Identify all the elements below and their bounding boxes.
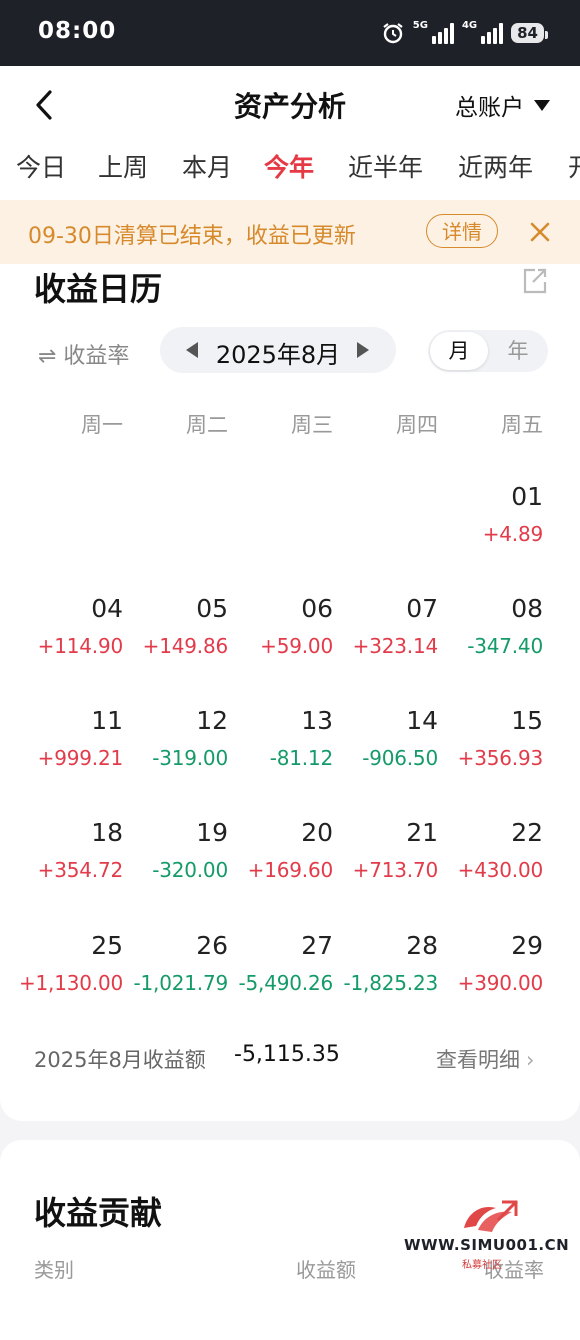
calendar-day-number[interactable]: 05 bbox=[123, 594, 228, 623]
network-5g-label: 5G bbox=[412, 20, 428, 31]
month-summary-label: 2025年8月收益额 bbox=[34, 1048, 206, 1072]
calendar-day-profit[interactable]: -906.50 bbox=[318, 746, 438, 770]
calendar-day-profit[interactable]: +354.72 bbox=[3, 858, 124, 882]
status-bar: 08:00 5G 4G 84 bbox=[0, 0, 580, 66]
view-details-link[interactable]: 查看明细 bbox=[436, 1044, 534, 1074]
view-year-button[interactable]: 年 bbox=[490, 332, 546, 370]
calendar-day-profit[interactable]: +1,130.00 bbox=[3, 971, 123, 995]
section-title: 收益贡献 bbox=[34, 1194, 163, 1232]
calendar-day-number[interactable]: 07 bbox=[333, 594, 438, 623]
calendar-day-number[interactable]: 27 bbox=[228, 931, 333, 960]
caret-down-icon bbox=[534, 99, 550, 111]
calendar-day-profit[interactable]: +114.90 bbox=[3, 634, 124, 658]
settlement-notice: 09-30日清算已结束，收益已更新 详情 bbox=[0, 200, 580, 264]
weekday-header: 周三 bbox=[291, 413, 333, 437]
calendar-day-profit[interactable]: -1,825.23 bbox=[318, 971, 439, 995]
calendar-day-profit[interactable]: +149.86 bbox=[108, 634, 229, 658]
calendar-day-profit[interactable]: -347.40 bbox=[423, 634, 543, 658]
column-header-category: 类别 bbox=[34, 1258, 74, 1282]
calendar-day-number[interactable]: 08 bbox=[438, 594, 543, 623]
weekday-header: 周一 bbox=[81, 413, 123, 437]
status-icons: 5G 4G 84 bbox=[381, 18, 548, 48]
calendar-day-number[interactable]: 21 bbox=[333, 818, 438, 847]
calendar-day-profit[interactable]: +323.14 bbox=[318, 634, 439, 658]
triangle-right-icon[interactable] bbox=[357, 342, 369, 358]
watermark-text: WWW.SIMU001.CN bbox=[404, 1236, 570, 1254]
calendar-day-profit[interactable]: -5,490.26 bbox=[213, 971, 334, 995]
simu-logo-icon bbox=[464, 1200, 518, 1232]
column-header-amount: 收益额 bbox=[296, 1258, 356, 1282]
calendar-day-number[interactable]: 25 bbox=[18, 931, 123, 960]
signal-strength-icon bbox=[431, 22, 454, 44]
calendar-day-number[interactable]: 12 bbox=[123, 706, 228, 735]
calendar-day-number[interactable]: 28 bbox=[333, 931, 438, 960]
tab-half-year[interactable]: 近半年 bbox=[348, 148, 423, 184]
calendar-day-number[interactable]: 06 bbox=[228, 594, 333, 623]
profit-calendar-card: 收益日历 ⇌ 收益率 2025年8月 月 年 周一 周二 周三 周四 周五 01… bbox=[0, 264, 580, 1121]
month-summary-value: -5,115.35 bbox=[234, 1042, 340, 1067]
calendar-day-number[interactable]: 01 bbox=[438, 482, 543, 511]
battery-indicator: 84 bbox=[511, 23, 548, 43]
watermark-subtext: 私募社区 bbox=[462, 1260, 502, 1271]
calendar-day-number[interactable]: 26 bbox=[123, 931, 228, 960]
month-picker: 2025年8月 bbox=[160, 327, 396, 373]
status-time: 08:00 bbox=[38, 18, 117, 44]
tab-this-month[interactable]: 本月 bbox=[182, 148, 232, 184]
notice-detail-button[interactable]: 详情 bbox=[426, 214, 498, 248]
calendar-day-number[interactable]: 19 bbox=[123, 818, 228, 847]
calendar-day-profit[interactable]: +356.93 bbox=[423, 746, 544, 770]
calendar-day-number[interactable]: 04 bbox=[18, 594, 123, 623]
tab-more[interactable]: 开 bbox=[568, 148, 580, 184]
calendar-day-number[interactable]: 15 bbox=[438, 706, 543, 735]
view-month-button[interactable]: 月 bbox=[430, 332, 488, 370]
tab-two-years[interactable]: 近两年 bbox=[458, 148, 533, 184]
weekday-header: 周五 bbox=[501, 413, 543, 437]
calendar-day-number[interactable]: 20 bbox=[228, 818, 333, 847]
period-tabs: 今日 上周 本月 今年 近半年 近两年 开 bbox=[0, 142, 580, 200]
calendar-day-number[interactable]: 14 bbox=[333, 706, 438, 735]
weekday-header: 周四 bbox=[396, 413, 438, 437]
calendar-day-number[interactable]: 29 bbox=[438, 931, 543, 960]
calendar-day-profit[interactable]: +390.00 bbox=[423, 971, 544, 995]
calendar-day-profit[interactable]: -1,021.79 bbox=[108, 971, 229, 995]
section-title: 收益日历 bbox=[34, 270, 163, 308]
notice-text: 09-30日清算已结束，收益已更新 bbox=[28, 224, 356, 249]
close-icon[interactable] bbox=[526, 218, 554, 246]
calendar-day-profit[interactable]: -320.00 bbox=[108, 858, 228, 882]
calendar-day-number[interactable]: 11 bbox=[18, 706, 123, 735]
tab-last-week[interactable]: 上周 bbox=[98, 148, 148, 184]
alarm-clock-icon bbox=[381, 21, 405, 45]
tab-today[interactable]: 今日 bbox=[16, 148, 66, 184]
calendar-day-number[interactable]: 18 bbox=[18, 818, 123, 847]
calendar-day-profit[interactable]: +59.00 bbox=[213, 634, 333, 658]
calendar-day-profit[interactable]: +4.89 bbox=[423, 522, 543, 546]
signal-strength-icon bbox=[481, 22, 504, 44]
account-dropdown[interactable]: 总账户 bbox=[455, 88, 550, 122]
calendar-day-number[interactable]: 13 bbox=[228, 706, 333, 735]
calendar-day-profit[interactable]: -319.00 bbox=[108, 746, 228, 770]
calendar-day-profit[interactable]: -81.12 bbox=[213, 746, 333, 770]
calendar-day-profit[interactable]: +169.60 bbox=[213, 858, 334, 882]
watermark: WWW.SIMU001.CN 私募社区 bbox=[404, 1198, 580, 1276]
weekday-header: 周二 bbox=[186, 413, 228, 437]
tab-this-year[interactable]: 今年 bbox=[264, 148, 314, 184]
share-icon[interactable] bbox=[521, 266, 549, 296]
calendar-day-profit[interactable]: +999.21 bbox=[3, 746, 124, 770]
calendar-day-number[interactable]: 22 bbox=[438, 818, 543, 847]
calendar-day-profit[interactable]: +430.00 bbox=[423, 858, 544, 882]
rate-toggle[interactable]: ⇌ 收益率 bbox=[38, 338, 129, 370]
network-4g-label: 4G bbox=[461, 20, 478, 31]
app-header: 资产分析 总账户 bbox=[0, 66, 580, 142]
view-switch: 月 年 bbox=[428, 330, 548, 372]
account-label: 总账户 bbox=[455, 95, 524, 121]
calendar-day-profit[interactable]: +713.70 bbox=[318, 858, 439, 882]
